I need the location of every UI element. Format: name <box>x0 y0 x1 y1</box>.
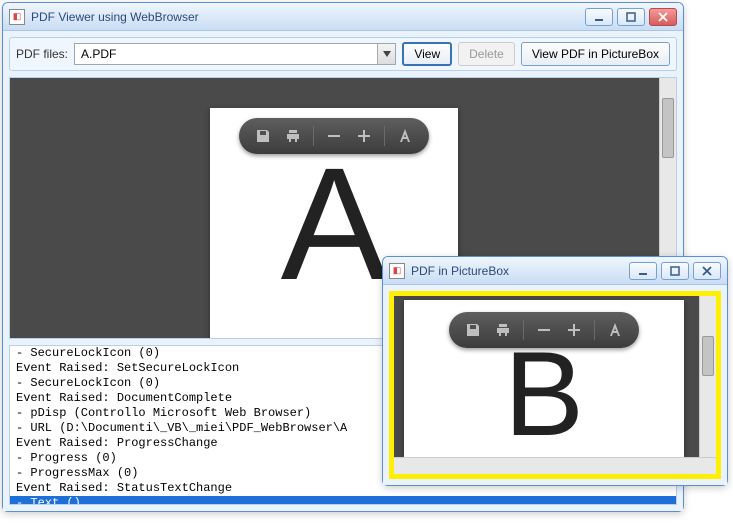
pdf-toolbar <box>449 312 639 348</box>
acrobat-icon[interactable] <box>395 126 415 146</box>
app-icon: ◧ <box>389 263 405 279</box>
scrollbar-thumb[interactable] <box>662 98 674 158</box>
file-toolbar: PDF files: View Delete View PDF in Pictu… <box>9 37 677 71</box>
picturebox-scrollbar-vertical[interactable] <box>699 296 716 457</box>
print-icon[interactable] <box>283 126 303 146</box>
files-label: PDF files: <box>16 47 68 61</box>
separator <box>523 320 524 340</box>
chevron-down-icon[interactable] <box>377 44 395 64</box>
file-dropdown[interactable] <box>74 43 396 65</box>
file-input[interactable] <box>75 44 377 64</box>
minimize-button[interactable] <box>585 8 613 26</box>
pic-client: B <box>383 285 727 485</box>
maximize-button[interactable] <box>617 8 645 26</box>
close-button[interactable] <box>649 8 677 26</box>
app-icon: ◧ <box>9 9 25 25</box>
separator <box>313 126 314 146</box>
zoom-out-icon[interactable] <box>534 320 554 340</box>
save-icon[interactable] <box>253 126 273 146</box>
view-picturebox-button[interactable]: View PDF in PictureBox <box>521 42 670 66</box>
close-button[interactable] <box>693 262 721 280</box>
main-title: PDF Viewer using WebBrowser <box>31 10 585 24</box>
window-controls <box>629 262 721 280</box>
zoom-out-icon[interactable] <box>324 126 344 146</box>
log-line[interactable]: - Text () <box>10 496 676 505</box>
pdf-page: B <box>404 300 684 479</box>
pic-title: PDF in PictureBox <box>411 264 629 278</box>
pic-titlebar[interactable]: ◧ PDF in PictureBox <box>383 257 727 285</box>
print-icon[interactable] <box>493 320 513 340</box>
pdf-toolbar <box>239 118 429 154</box>
picturebox-window: ◧ PDF in PictureBox B <box>382 256 728 486</box>
separator <box>594 320 595 340</box>
picturebox: B <box>389 291 721 479</box>
main-titlebar[interactable]: ◧ PDF Viewer using WebBrowser <box>3 3 683 31</box>
view-button[interactable]: View <box>402 42 452 66</box>
delete-button: Delete <box>458 42 515 66</box>
separator <box>384 126 385 146</box>
maximize-button[interactable] <box>661 262 689 280</box>
scrollbar-thumb[interactable] <box>702 336 714 376</box>
window-controls <box>585 8 677 26</box>
minimize-button[interactable] <box>629 262 657 280</box>
zoom-in-icon[interactable] <box>354 126 374 146</box>
picturebox-scrollbar-horizontal[interactable] <box>394 457 716 474</box>
acrobat-icon[interactable] <box>605 320 625 340</box>
save-icon[interactable] <box>463 320 483 340</box>
page-content-letter: B <box>404 334 684 454</box>
zoom-in-icon[interactable] <box>564 320 584 340</box>
